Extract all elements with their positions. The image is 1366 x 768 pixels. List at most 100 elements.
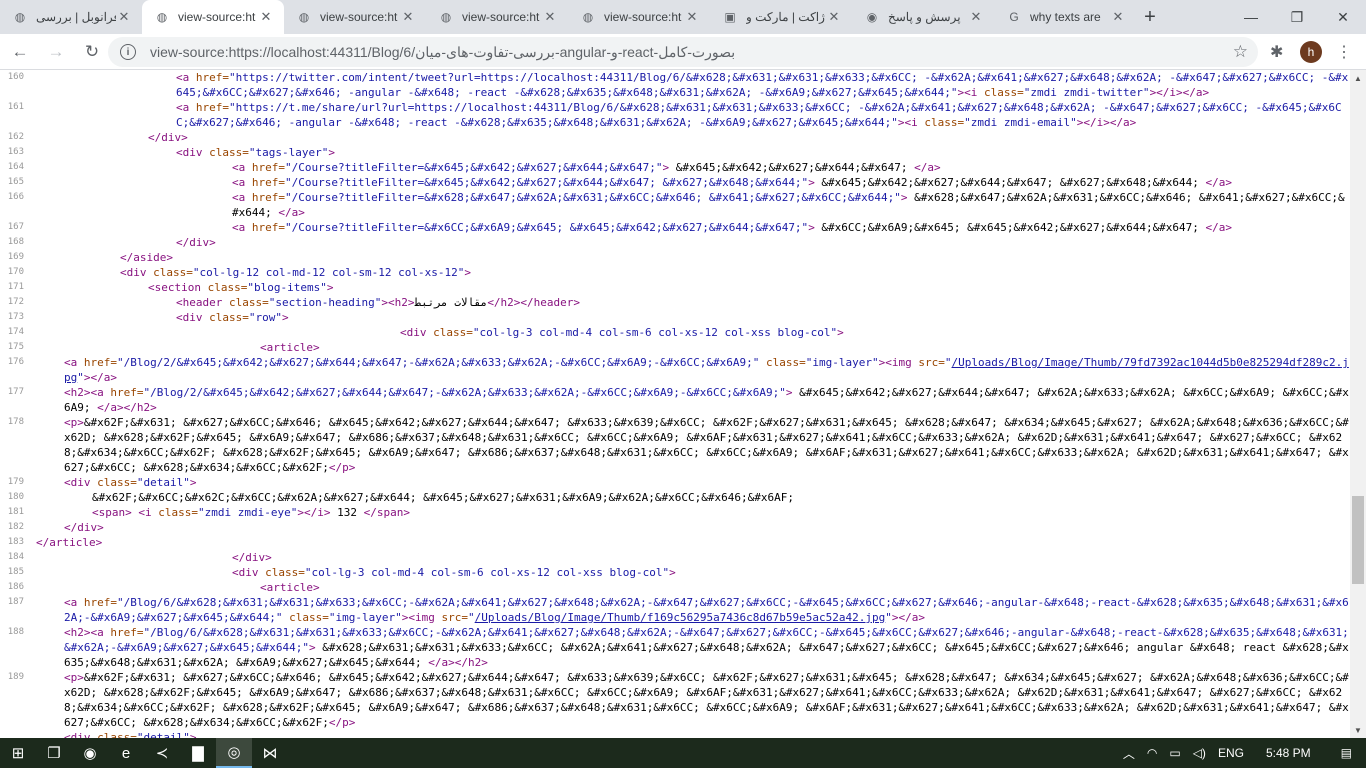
visual-studio-icon[interactable]: ⋈: [252, 738, 288, 768]
tab-5[interactable]: ◍ view-source:ht ✕: [568, 0, 710, 34]
line-number: 167: [7, 222, 24, 232]
new-tab-button[interactable]: +: [1136, 0, 1164, 34]
maximize-icon[interactable]: ❐: [1274, 0, 1320, 34]
source-line: 186 <article>: [0, 580, 1350, 595]
line-number: 165: [7, 177, 24, 187]
line-code: <div class="col-lg-3 col-md-4 col-sm-6 c…: [232, 566, 676, 579]
forward-button[interactable]: →: [40, 36, 72, 68]
line-number: 172: [7, 297, 24, 307]
tab-7[interactable]: ◉ پرسش و پاسخ ✕: [852, 0, 994, 34]
globe-icon: ◍: [440, 10, 452, 24]
source-line: 174 <div class="col-lg-3 col-md-4 col-sm-…: [0, 325, 1350, 340]
menu-icon[interactable]: ⋮: [1336, 42, 1352, 62]
start-icon[interactable]: ⊞: [0, 738, 36, 768]
line-code: </div>: [232, 551, 272, 564]
volume-icon[interactable]: ◁): [1187, 746, 1212, 760]
source-line: 171 <section class="blog-items">: [0, 280, 1350, 295]
extensions-icon[interactable]: ✱: [1270, 42, 1283, 62]
source-line: 161 <a href="https://t.me/share/url?url=h…: [0, 100, 1350, 130]
scroll-down-icon[interactable]: ▼: [1350, 722, 1366, 738]
tab-8[interactable]: Gwhy texts are ✕: [994, 0, 1136, 34]
close-tab-icon[interactable]: ✕: [116, 9, 132, 25]
tab-title: why texts are: [1030, 10, 1101, 24]
close-window-icon[interactable]: ✕: [1320, 0, 1366, 34]
source-line: 172 <header class="section-heading"><h2>م…: [0, 295, 1350, 310]
clock[interactable]: 5:48 PM: [1250, 746, 1327, 760]
tab-4[interactable]: ◍ view-source:ht ✕: [426, 0, 568, 34]
source-line: 165 <a href="/Course?titleFilter=&#x645;&…: [0, 175, 1350, 190]
minimize-icon[interactable]: —: [1228, 0, 1274, 34]
close-tab-icon[interactable]: ✕: [1110, 9, 1126, 25]
back-button[interactable]: ←: [4, 36, 36, 68]
line-number: 181: [7, 507, 24, 517]
close-tab-icon[interactable]: ✕: [400, 9, 416, 25]
tab-6[interactable]: ▣ ژاکت | مارکت و ✕: [710, 0, 852, 34]
line-code: <a href="/Blog/2/&#x645;&#x642;&#x627;&#…: [64, 356, 1349, 384]
address-bar[interactable]: i view-source:https://localhost:44311/Bl…: [108, 37, 1258, 67]
line-number: 173: [7, 312, 24, 322]
url-text[interactable]: view-source:https://localhost:44311/Blog…: [150, 44, 1230, 61]
line-code: <a href="/Course?titleFilter=&#x628;&#x6…: [232, 191, 1345, 219]
info-icon[interactable]: i: [120, 44, 136, 60]
tab-title: view-source:ht: [604, 10, 682, 24]
vertical-scrollbar[interactable]: [1350, 70, 1366, 738]
line-number: 176: [7, 357, 24, 367]
close-tab-icon[interactable]: ✕: [258, 9, 274, 25]
vscode-icon[interactable]: ≺: [144, 738, 180, 768]
bookmark-star-icon[interactable]: ☆: [1233, 42, 1248, 62]
source-line: 182 </div>: [0, 520, 1350, 535]
chrome-icon[interactable]: ◎: [216, 738, 252, 768]
reload-button[interactable]: ↻: [76, 36, 108, 68]
source-line: 168 </div>: [0, 235, 1350, 250]
line-number: 184: [7, 552, 24, 562]
source-line: 189 <p>&#x62F;&#x631; &#x627;&#x6CC;&#x64…: [0, 670, 1350, 730]
close-tab-icon[interactable]: ✕: [684, 9, 700, 25]
line-number: 174: [7, 327, 24, 337]
close-tab-icon[interactable]: ✕: [826, 9, 842, 25]
chevron-up-icon[interactable]: ︿: [1117, 745, 1141, 762]
line-code: <a href="/Course?titleFilter=&#x645;&#x6…: [232, 176, 1233, 189]
line-number: 189: [7, 672, 24, 682]
line-code: <section class="blog-items">: [148, 281, 334, 294]
close-tab-icon[interactable]: ✕: [542, 9, 558, 25]
wifi-icon[interactable]: ◠: [1141, 746, 1163, 760]
line-code: <div class="col-lg-3 col-md-4 col-sm-6 c…: [400, 326, 844, 339]
line-code: &#x62F;&#x6CC;&#x62C;&#x6CC;&#x62A;&#x62…: [92, 491, 794, 504]
line-number: 160: [7, 72, 24, 82]
scroll-thumb[interactable]: [1352, 496, 1364, 584]
edge-icon[interactable]: e: [108, 738, 144, 768]
tab-3[interactable]: ◍ view-source:ht ✕: [284, 0, 426, 34]
firefox-icon[interactable]: ◉: [72, 738, 108, 768]
source-view: 160 <a href="https://twitter.com/intent/t…: [0, 70, 1350, 738]
close-tab-icon[interactable]: ✕: [968, 9, 984, 25]
scroll-up-icon[interactable]: ▲: [1350, 70, 1366, 86]
source-line: 163 <div class="tags-layer">: [0, 145, 1350, 160]
tab-2[interactable]: ◍ view-source:ht ✕: [142, 0, 284, 34]
line-code: <div class="detail">: [64, 476, 197, 489]
line-code: <div class="row">: [176, 311, 289, 324]
line-number: 168: [7, 237, 24, 247]
tab-title: ژاکت | مارکت و: [746, 10, 825, 24]
battery-icon[interactable]: ▭: [1163, 746, 1186, 760]
profile-avatar[interactable]: h: [1300, 41, 1322, 63]
source-line: 179 <div class="detail">: [0, 475, 1350, 490]
task-view-icon[interactable]: ❐: [36, 738, 72, 768]
tab-title: view-source:ht: [462, 10, 540, 24]
tab-title: فرانوبل | بررسی: [36, 10, 116, 24]
line-code: <div class="detail">: [64, 731, 197, 738]
line-code: </aside>: [120, 251, 173, 264]
source-line: 183 </article>: [0, 535, 1350, 550]
globe-icon: ◍: [156, 10, 168, 24]
line-number: [0, 730, 30, 738]
line-code: <div class="tags-layer">: [176, 146, 335, 159]
file-explorer-icon[interactable]: ▇: [180, 738, 216, 768]
windows-taskbar: ⊞ ❐ ◉ e ≺ ▇ ◎ ⋈ ︿ ◠ ▭ ◁) ENG 5:48 PM ▤: [0, 738, 1366, 768]
tab-1[interactable]: ◍ فرانوبل | بررسی ✕: [0, 0, 142, 34]
line-number: 177: [7, 387, 24, 397]
line-number: 175: [7, 342, 24, 352]
language-indicator[interactable]: ENG: [1212, 746, 1250, 760]
notifications-icon[interactable]: ▤: [1327, 746, 1366, 760]
tab-title: view-source:ht: [320, 10, 398, 24]
source-line: 164 <a href="/Course?titleFilter=&#x645;&…: [0, 160, 1350, 175]
line-number: 182: [7, 522, 24, 532]
